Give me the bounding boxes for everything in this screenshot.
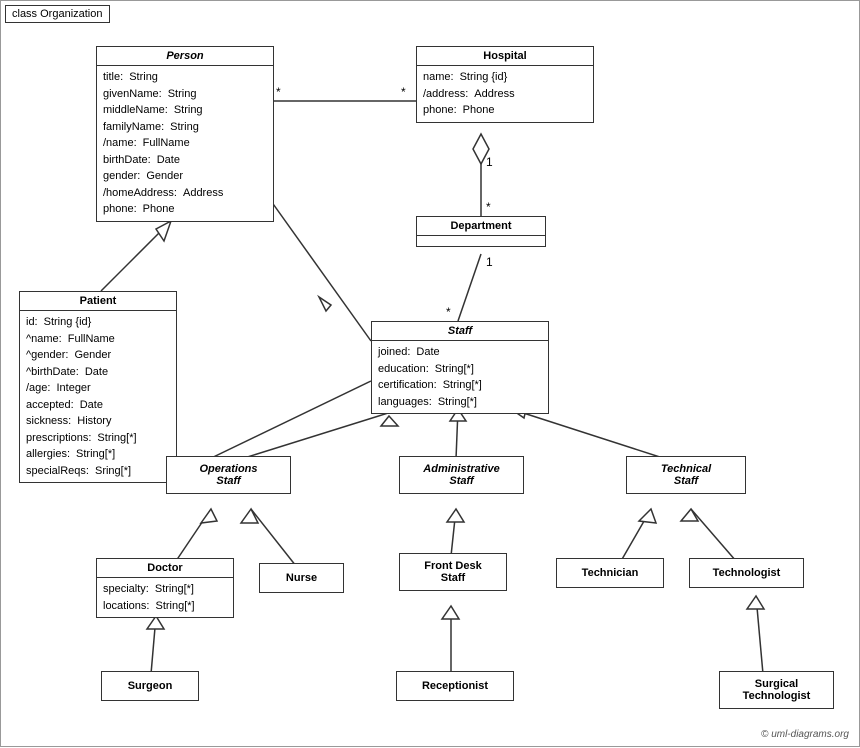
- svg-text:1: 1: [486, 255, 493, 269]
- class-patient: Patient id:String {id} ^name:FullName ^g…: [19, 291, 177, 483]
- svg-text:*: *: [276, 85, 281, 99]
- class-receptionist-header: Receptionist: [397, 672, 513, 700]
- class-staff-header: Staff: [372, 322, 548, 341]
- class-person: Person title:String givenName:String mid…: [96, 46, 274, 222]
- class-technologist-header: Technologist: [690, 559, 803, 587]
- class-nurse: Nurse: [259, 563, 344, 593]
- class-technical-staff: TechnicalStaff: [626, 456, 746, 494]
- class-surgeon-header: Surgeon: [102, 672, 198, 700]
- uml-diagram: class Organization * * 1 * 1 * *: [0, 0, 860, 747]
- class-receptionist: Receptionist: [396, 671, 514, 701]
- class-person-body: title:String givenName:String middleName…: [97, 66, 273, 221]
- class-hospital: Hospital name:String {id} /address:Addre…: [416, 46, 594, 123]
- svg-text:*: *: [446, 305, 451, 319]
- class-patient-body: id:String {id} ^name:FullName ^gender:Ge…: [20, 311, 176, 482]
- class-department: Department: [416, 216, 546, 247]
- copyright: © uml-diagrams.org: [761, 729, 849, 740]
- class-doctor-header: Doctor: [97, 559, 233, 578]
- svg-text:*: *: [401, 85, 406, 99]
- class-administrative-staff: AdministrativeStaff: [399, 456, 524, 494]
- class-technician: Technician: [556, 558, 664, 588]
- class-technical-staff-header: TechnicalStaff: [627, 457, 745, 493]
- class-doctor-body: specialty:String[*] locations:String[*]: [97, 578, 233, 617]
- class-front-desk-staff-header: Front DeskStaff: [400, 554, 506, 590]
- class-surgeon: Surgeon: [101, 671, 199, 701]
- class-department-header: Department: [417, 217, 545, 236]
- svg-text:*: *: [486, 200, 491, 214]
- class-staff-body: joined:Date education:String[*] certific…: [372, 341, 548, 413]
- class-patient-header: Patient: [20, 292, 176, 311]
- class-hospital-body: name:String {id} /address:Address phone:…: [417, 66, 593, 122]
- class-administrative-staff-header: AdministrativeStaff: [400, 457, 523, 493]
- class-operations-staff-header: OperationsStaff: [167, 457, 290, 493]
- class-staff: Staff joined:Date education:String[*] ce…: [371, 321, 549, 414]
- class-front-desk-staff: Front DeskStaff: [399, 553, 507, 591]
- class-doctor: Doctor specialty:String[*] locations:Str…: [96, 558, 234, 618]
- diagram-title: class Organization: [5, 5, 110, 23]
- class-surgical-technologist: SurgicalTechnologist: [719, 671, 834, 709]
- class-surgical-technologist-header: SurgicalTechnologist: [720, 672, 833, 708]
- class-hospital-header: Hospital: [417, 47, 593, 66]
- class-department-body: [417, 236, 545, 246]
- svg-text:1: 1: [486, 155, 493, 169]
- class-technician-header: Technician: [557, 559, 663, 587]
- class-nurse-header: Nurse: [260, 564, 343, 592]
- class-person-header: Person: [97, 47, 273, 66]
- class-technologist: Technologist: [689, 558, 804, 588]
- class-operations-staff: OperationsStaff: [166, 456, 291, 494]
